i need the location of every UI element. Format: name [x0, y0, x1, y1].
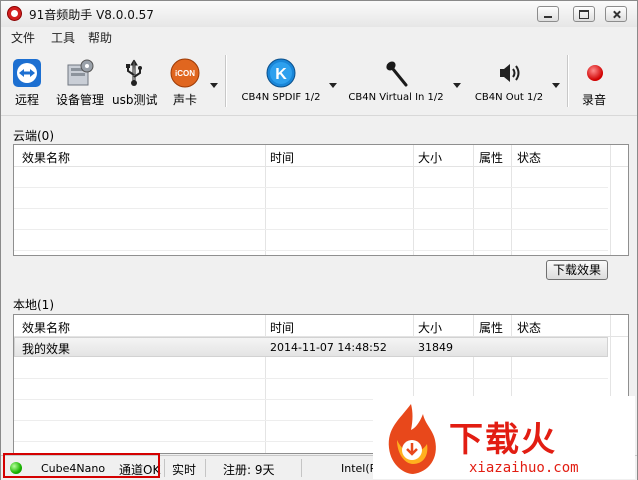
- main-window: 91音频助手 V8.0.0.57 文件 工具 帮助 远程 设备管理 usb测试 …: [0, 0, 638, 480]
- register-status: 注册: 9天: [223, 463, 275, 477]
- realtime-status: 实时: [172, 463, 197, 477]
- toolbar: 远程 设备管理 usb测试 iCON 声卡 K CB4N SPDIF 1/2 C…: [1, 47, 637, 116]
- row-time: 2014-11-07 14:48:52: [270, 341, 387, 354]
- col-status[interactable]: 状态: [517, 319, 541, 336]
- k-badge-text: K: [275, 66, 287, 83]
- col-size[interactable]: 大小: [418, 319, 442, 336]
- toolbar-separator: [567, 55, 569, 107]
- table-row-my-effect[interactable]: 我的效果 2014-11-07 14:48:52 31849: [14, 337, 608, 357]
- watermark-brand: 下载火: [449, 420, 557, 460]
- output-dropdown-icon[interactable]: [552, 83, 560, 88]
- record-button[interactable]: 录音: [579, 57, 609, 108]
- usb-test-button[interactable]: usb测试: [112, 57, 158, 108]
- status-divider: [164, 459, 165, 477]
- local-section-title: 本地(1): [13, 298, 54, 312]
- remote-label: 远程: [14, 93, 39, 107]
- sound-card-label: 声卡: [172, 93, 197, 107]
- device-manager-icon: [64, 57, 96, 89]
- col-attribute[interactable]: 属性: [479, 319, 503, 336]
- toolbar-separator: [225, 55, 227, 107]
- col-attribute[interactable]: 属性: [479, 149, 503, 166]
- device-manager-button[interactable]: 设备管理: [53, 57, 107, 108]
- watermark-url: xiazaihuo.com: [469, 460, 579, 476]
- maximize-button[interactable]: [573, 6, 595, 22]
- sound-card-button[interactable]: iCON 声卡: [167, 57, 203, 108]
- status-divider: [301, 459, 302, 477]
- icon-brand-icon: iCON: [169, 57, 201, 89]
- watermark: 下载火 xiazaihuo.com: [373, 396, 635, 479]
- title-bar[interactable]: 91音频助手 V8.0.0.57: [1, 1, 637, 27]
- speaker-icon: [493, 57, 525, 89]
- flame-logo-icon: [379, 400, 443, 476]
- table-row: [14, 230, 608, 251]
- usb-icon: [118, 57, 150, 89]
- menu-help[interactable]: 帮助: [88, 29, 112, 46]
- highlight-box: [3, 453, 160, 478]
- table-row: [14, 167, 608, 188]
- table-row: [14, 188, 608, 209]
- download-effect-button[interactable]: 下载效果: [546, 260, 608, 280]
- local-table-header: 效果名称 时间 大小 属性 状态: [14, 315, 628, 337]
- table-row: [14, 358, 608, 379]
- cloud-table-header: 效果名称 时间 大小 属性 状态: [14, 145, 628, 167]
- cloud-section-title: 云端(0): [13, 129, 54, 143]
- column-divider: [610, 145, 611, 255]
- col-effect-name[interactable]: 效果名称: [22, 149, 70, 166]
- menu-file[interactable]: 文件: [11, 29, 35, 46]
- device-manager-label: 设备管理: [55, 93, 104, 107]
- virtual-in-label: CB4N Virtual In 1/2: [348, 92, 444, 103]
- remote-button[interactable]: 远程: [9, 57, 45, 108]
- microphone-icon: [380, 57, 412, 89]
- menu-bar: 文件 工具 帮助: [1, 28, 637, 46]
- spdif-label: CB4N SPDIF 1/2: [241, 92, 321, 103]
- spdif-device-button[interactable]: K CB4N SPDIF 1/2: [237, 57, 325, 103]
- cloud-effects-table[interactable]: 效果名称 时间 大小 属性 状态: [13, 144, 629, 256]
- status-divider: [205, 459, 206, 477]
- row-size: 31849: [418, 341, 453, 354]
- virtual-in-dropdown-icon[interactable]: [453, 83, 461, 88]
- sound-card-dropdown-icon[interactable]: [210, 83, 218, 88]
- col-size[interactable]: 大小: [418, 149, 442, 166]
- table-row: [14, 209, 608, 230]
- close-button[interactable]: [605, 6, 627, 22]
- col-time[interactable]: 时间: [270, 319, 294, 336]
- col-time[interactable]: 时间: [270, 149, 294, 166]
- record-label: 录音: [581, 93, 606, 107]
- teamviewer-icon: [11, 57, 43, 89]
- usb-test-label: usb测试: [112, 93, 158, 107]
- output-label: CB4N Out 1/2: [474, 92, 544, 103]
- k-device-icon: K: [265, 57, 297, 89]
- col-status[interactable]: 状态: [517, 149, 541, 166]
- minimize-button[interactable]: [537, 6, 559, 22]
- window-title: 91音频助手 V8.0.0.57: [29, 8, 154, 22]
- row-effect-name: 我的效果: [22, 342, 71, 356]
- spdif-dropdown-icon[interactable]: [329, 83, 337, 88]
- icon-badge-text: iCON: [175, 69, 195, 78]
- app-logo-icon: [7, 6, 22, 21]
- virtual-in-button[interactable]: CB4N Virtual In 1/2: [346, 57, 446, 103]
- menu-tools[interactable]: 工具: [51, 29, 75, 46]
- output-device-button[interactable]: CB4N Out 1/2: [473, 57, 545, 103]
- record-icon: [579, 57, 611, 89]
- col-effect-name[interactable]: 效果名称: [22, 319, 70, 336]
